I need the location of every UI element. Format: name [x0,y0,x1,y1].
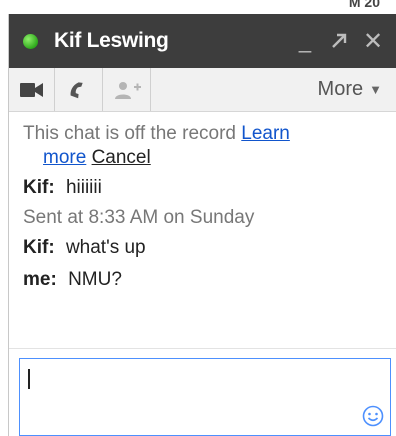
chat-toolbar: More ▼ [9,68,396,112]
video-camera-icon [19,82,43,97]
minimize-icon: _ [298,28,312,53]
off-record-notice: This chat is off the record Learn more C… [23,122,382,170]
chat-window: Kif Leswing _ ✕ More ▼ This chat is off … [8,14,396,436]
message-item: Kif: hiiiiii [23,176,382,200]
close-icon: ✕ [362,27,384,55]
more-label: More [317,78,364,100]
composer-divider [9,348,396,349]
toolbar-spacer [151,68,318,111]
message-sender: Kif: [23,237,55,258]
online-status-icon [23,33,38,49]
phone-icon [70,81,83,98]
chevron-down-icon: ▼ [369,82,382,97]
add-person-icon [114,81,141,99]
popout-button[interactable] [322,21,356,61]
message-text: what's up [65,237,146,258]
message-sender: Kif: [23,177,55,198]
message-timestamp: Sent at 8:33 AM on Sunday [23,207,255,228]
message-item: Kif: what's up [23,236,382,260]
more-menu-button[interactable]: More ▼ [318,68,396,111]
message-sender: me: [23,269,57,290]
off-record-text: This chat is off the record [23,123,236,144]
learn-more-link-part2[interactable]: more [43,147,86,168]
message-list: This chat is off the record Learn more C… [9,112,396,292]
learn-more-link-part1[interactable]: Learn [241,123,290,144]
video-call-button[interactable] [9,68,55,111]
cancel-link[interactable]: Cancel [92,147,151,168]
background-peek-text: M 20 [348,0,380,10]
background-strip: M 20 [0,0,396,14]
message-item: me: NMU? [23,268,382,292]
message-text: hiiiiii [65,177,102,198]
voice-call-button[interactable] [55,68,103,111]
message-text: NMU? [68,269,122,290]
arrow-out-icon [332,33,347,48]
chat-titlebar[interactable]: Kif Leswing _ ✕ [9,14,396,68]
smiley-icon[interactable] [362,405,384,427]
chat-title: Kif Leswing [54,29,169,52]
minimize-button[interactable]: _ [288,21,322,61]
message-input[interactable] [19,358,391,436]
text-caret [28,369,30,389]
add-person-button[interactable] [103,68,151,111]
close-button[interactable]: ✕ [356,21,390,61]
